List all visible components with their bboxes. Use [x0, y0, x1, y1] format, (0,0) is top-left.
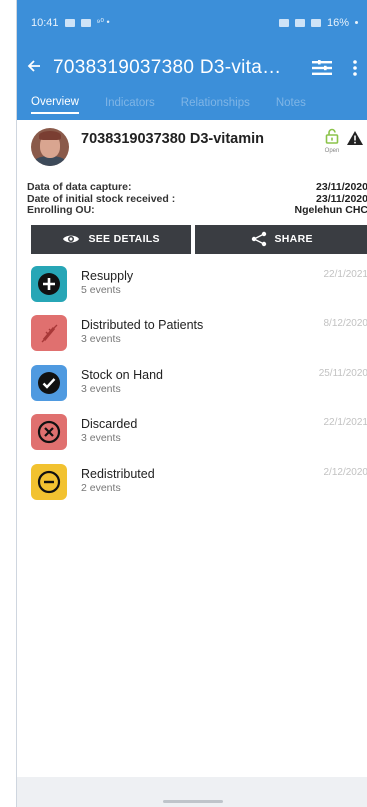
info-label: Enrolling OU: [27, 204, 95, 216]
stage-date: 2/12/2020 [323, 466, 367, 478]
tab-notes[interactable]: Notes [276, 97, 306, 113]
info-value: 23/11/2020 [316, 181, 367, 193]
stage-event-count: 3 events [81, 432, 121, 445]
see-details-label: SEE DETAILS [88, 233, 160, 245]
stage-event-count: 3 events [81, 382, 121, 395]
stage-item-distributed[interactable]: Distributed to Patients 3 events 8/12/20… [17, 315, 367, 365]
filter-list-icon [312, 59, 332, 75]
stage-name: Redistributed [81, 466, 155, 481]
share-icon [251, 231, 266, 247]
stage-name: Distributed to Patients [81, 318, 204, 333]
action-buttons: SEE DETAILS SHARE [17, 217, 367, 254]
battery-level: 16% [326, 16, 349, 29]
plus-circle-icon [31, 265, 67, 302]
syringe-icon [31, 315, 67, 352]
back-arrow-icon[interactable] [27, 57, 53, 78]
share-button[interactable]: SHARE [195, 224, 367, 254]
share-label: SHARE [274, 233, 313, 245]
home-gesture-handle[interactable] [162, 800, 223, 803]
wifi-icon [294, 18, 305, 27]
tab-overview[interactable]: Overview [31, 96, 79, 114]
lock-open-icon [325, 128, 339, 144]
enrollment-status[interactable]: Open [318, 128, 346, 154]
stage-name: Resupply [81, 268, 134, 283]
signal-icon [310, 18, 321, 27]
battery-icon [355, 21, 358, 24]
stage-event-count: 5 events [81, 283, 121, 296]
stage-item-resupply[interactable]: Resupply 5 events 22/1/2021 [17, 265, 367, 316]
status-extra: ⁹⁰ • [96, 17, 110, 27]
stage-event-count: 3 events [81, 333, 121, 346]
minus-circle-icon [31, 463, 67, 500]
status-bar: 10:41 ⁹⁰ • 16% [17, 0, 367, 45]
tab-indicators[interactable]: Indicators [105, 97, 155, 113]
info-label: Data of data capture: [27, 181, 132, 193]
x-circle-icon [31, 414, 67, 451]
status-time: 10:41 [31, 16, 59, 29]
warning-icon[interactable] [346, 130, 367, 151]
eye-icon [63, 235, 80, 243]
stage-item-discarded[interactable]: Discarded 3 events 22/1/2021 [17, 414, 367, 464]
app-bar: 7038319037380 D3-vita… [17, 45, 367, 90]
gallery-notification-icon [64, 18, 75, 27]
stage-name: Discarded [81, 417, 138, 432]
stage-item-stock-on-hand[interactable]: Stock on Hand 3 events 25/11/2020 [17, 364, 367, 415]
system-nav-bar [17, 777, 367, 807]
avatar[interactable] [31, 128, 69, 166]
program-stages-list: Resupply 5 events 22/1/2021 Distributed … [17, 254, 367, 514]
see-details-button[interactable]: SEE DETAILS [31, 224, 192, 254]
info-row: Enrolling OU: Ngelehun CHC [27, 204, 367, 217]
filter-menu-button[interactable] [302, 59, 342, 76]
stage-date: 22/1/2021 [323, 417, 367, 429]
stage-date: 22/1/2021 [323, 268, 367, 280]
tab-relationships[interactable]: Relationships [181, 97, 250, 113]
entity-name: 7038319037380 D3-vitamin [81, 131, 264, 147]
stage-event-count: 2 events [81, 481, 121, 494]
overflow-menu-button[interactable] [342, 59, 367, 76]
stage-item-redistributed[interactable]: Redistributed 2 events 2/12/2020 [17, 463, 367, 514]
entity-header: 7038319037380 D3-vitamin Open [17, 120, 367, 172]
info-row: Data of data capture: 23/11/2020 [27, 181, 367, 194]
more-vert-icon [353, 59, 357, 76]
info-value: Ngelehun CHC [294, 204, 367, 216]
check-circle-icon [31, 364, 67, 401]
alarm-icon [278, 18, 289, 27]
tab-bar: Overview Indicators Relationships Notes [17, 90, 367, 120]
stage-date: 25/11/2020 [318, 367, 367, 379]
enrollment-info: Data of data capture: 23/11/2020 Date of… [17, 172, 367, 217]
lock-status-label: Open [324, 148, 340, 154]
app-screen: 10:41 ⁹⁰ • 16% 7038319037380 D3-vita… Ov… [16, 0, 367, 807]
settings-notification-icon [80, 18, 91, 27]
stage-date: 8/12/2020 [323, 318, 367, 330]
page-title: 7038319037380 D3-vita… [53, 56, 282, 78]
stage-name: Stock on Hand [81, 367, 163, 382]
